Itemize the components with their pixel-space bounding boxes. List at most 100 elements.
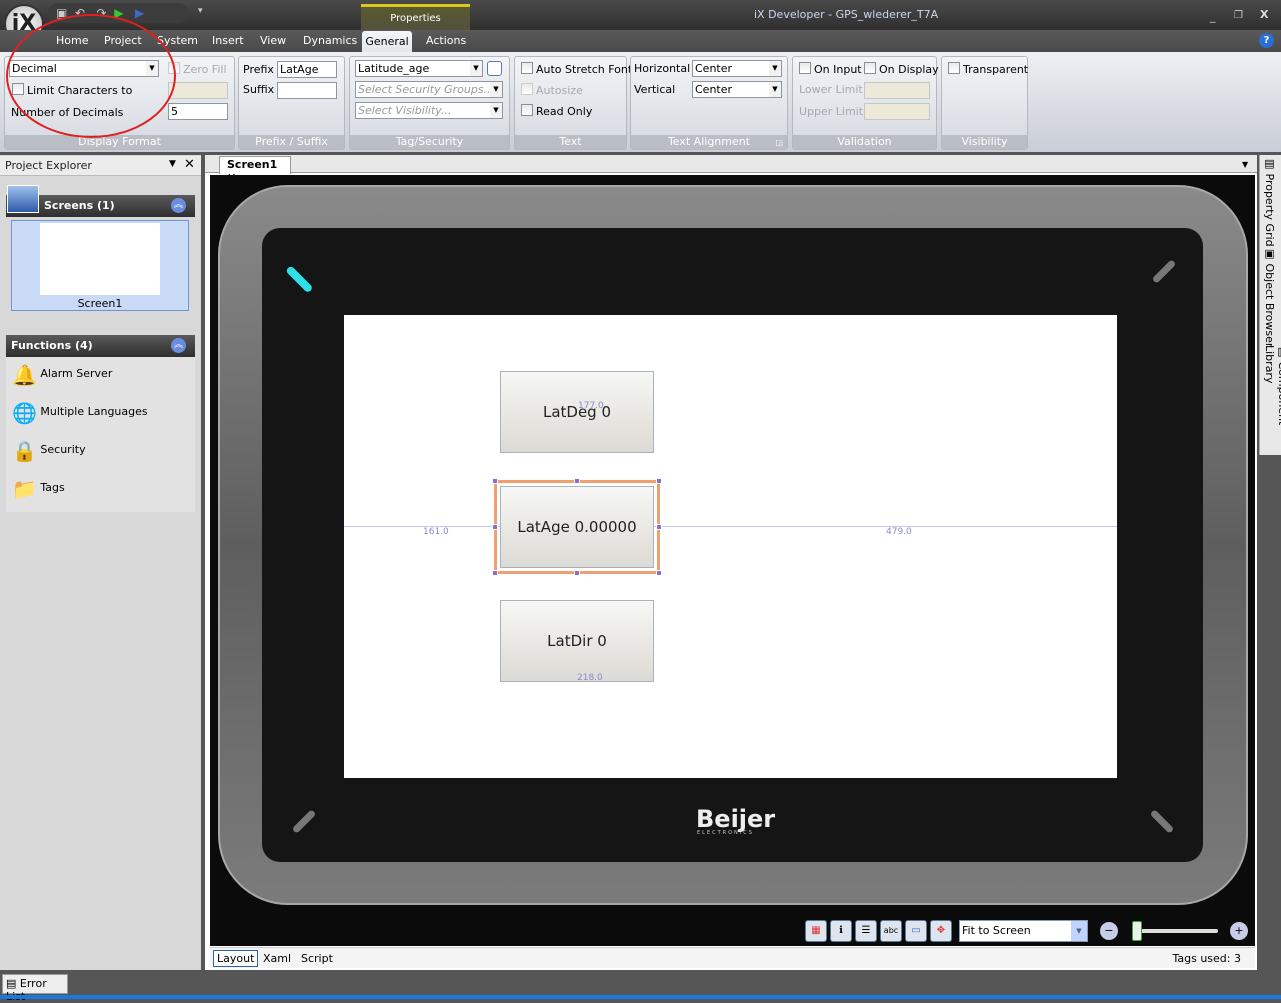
tab-xaml[interactable]: Xaml [263,952,291,965]
security-select[interactable]: Select Security Groups... ▼ [355,81,503,98]
tab-dynamics[interactable]: Dynamics [303,34,357,47]
auto-stretch-checkbox[interactable] [521,62,533,74]
transparent-checkbox[interactable] [948,62,960,74]
guide-bottom-distance: 218.0 [577,673,603,683]
function-security[interactable]: 🔒 Security [12,439,86,463]
resize-handle[interactable] [656,570,662,576]
window-title: iX Developer - GPS_wlederer_T7A [754,8,939,21]
group-text: Auto Stretch Font Autosize Read Only Tex… [514,56,632,150]
collapse-icon[interactable]: ︽ [171,338,186,353]
group-caption: Visibility [942,135,1027,149]
comment-button[interactable]: ☰ [855,920,877,942]
autosize-checkbox[interactable] [521,83,533,95]
read-only-checkbox[interactable] [521,104,533,116]
function-tags[interactable]: 📁 Tags [12,477,65,501]
group-text-alignment: Horizontal Center ▼ Vertical Center ▼ Text… [630,56,788,150]
functions-section-header[interactable]: Functions (4) [6,335,195,357]
project-explorer-header: Project Explorer ▼ ✕ [0,156,201,176]
lower-limit-input[interactable] [864,82,930,99]
collapse-icon[interactable]: ︽ [171,198,186,213]
tab-actions[interactable]: Actions [426,34,466,47]
prefix-input[interactable]: LatAge [277,61,337,78]
error-list-icon: ▤ [6,977,17,990]
folder-icon: 📁 [12,477,37,501]
analog-numeric-latage[interactable]: LatAge 0.00000 [500,486,654,568]
analog-numeric-latdeg[interactable]: LatDeg 0 [500,371,654,453]
tab-screen1[interactable]: Screen1 ✕ [219,156,291,184]
analog-numeric-latdir[interactable]: LatDir 0 [500,600,654,682]
tab-script[interactable]: Script [301,952,333,965]
resize-handle[interactable] [492,478,498,484]
info-tooltip-button[interactable]: ℹ [830,920,852,942]
function-alarm-server[interactable]: 🔔 Alarm Server [12,363,112,387]
zoom-select[interactable]: Fit to Screen ▼ [959,920,1088,942]
tab-property-grid[interactable]: ▤ Property Grid [1263,157,1276,247]
suffix-input[interactable] [277,82,337,99]
read-only-label: Read Only [536,105,593,118]
zoom-in-icon[interactable]: + [1230,922,1248,940]
group-caption: Text Alignment [631,135,787,149]
tab-view[interactable]: View [260,34,286,47]
on-display-checkbox[interactable] [864,62,876,74]
resize-handle[interactable] [574,478,580,484]
decimals-input[interactable]: 5 [168,103,228,120]
restore-button[interactable]: ❐ [1234,10,1243,21]
visibility-select[interactable]: Select Visibility... ▼ [355,102,503,119]
lock-icon: 🔒 [12,439,37,463]
help-icon[interactable]: ? [1259,33,1274,48]
tab-insert[interactable]: Insert [212,34,244,47]
error-list-tab[interactable]: ▤ Error List [2,974,68,1003]
text-abc-button[interactable]: abc [880,920,902,942]
zero-fill-label: Zero Fill [183,63,227,76]
zoom-slider[interactable] [1132,929,1218,933]
project-explorer-title: Project Explorer [5,159,92,172]
function-multiple-languages[interactable]: 🌐 Multiple Languages [12,401,148,425]
close-button[interactable]: X [1260,8,1268,21]
title-bar [0,0,1281,30]
fit-bounds-button[interactable]: ✥ [930,920,952,942]
vertical-select[interactable]: Center ▼ [692,81,782,98]
customize-qat-icon[interactable]: ▾ [198,6,203,16]
upper-limit-input[interactable] [864,103,930,120]
horizontal-select[interactable]: Center ▼ [692,60,782,77]
screen-preview [40,223,160,295]
resize-handle[interactable] [574,570,580,576]
tag-browse-button[interactable] [487,61,502,76]
upper-limit-label: Upper Limit [799,105,864,118]
tab-layout[interactable]: Layout [213,950,259,967]
screen-name: Screen1 [77,297,123,310]
brand-sub: ELECTRONICS [697,830,754,836]
guide-top-distance: 177.0 [578,401,604,411]
prefix-label: Prefix [243,63,274,76]
tab-general[interactable]: General [362,31,412,53]
dialog-launcher-icon[interactable]: ◲ [775,138,783,147]
tab-component-library[interactable]: ▥ Component Library [1263,345,1281,455]
tag-select[interactable]: Latitude_age ▼ [355,60,483,77]
resize-handle[interactable] [492,524,498,530]
zoom-out-icon[interactable]: − [1100,922,1118,940]
on-input-checkbox[interactable] [799,62,811,74]
hmi-screen [344,315,1117,778]
simulate-icon[interactable]: ▶ [135,6,144,20]
panel-menu-icon[interactable]: ▼ [169,159,176,169]
zoom-slider-thumb[interactable] [1132,921,1142,941]
panel-close-icon[interactable]: ✕ [184,157,195,172]
bell-icon: 🔔 [12,363,37,387]
tab-object-browser[interactable]: ▣ Object Browser [1263,247,1276,347]
minimize-button[interactable]: _ [1210,10,1216,23]
group-prefix-suffix: Prefix LatAge Suffix Prefix / Suffix [238,56,345,150]
screen-view-button[interactable]: ▭ [905,920,927,942]
resize-handle[interactable] [492,570,498,576]
resize-handle[interactable] [656,524,662,530]
resize-handle[interactable] [656,478,662,484]
screen-thumbnail-screen1[interactable]: Screen1 [11,220,189,311]
tab-list-icon[interactable]: ▼ [1242,160,1248,169]
suffix-label: Suffix [243,83,275,96]
guide-left-distance: 161.0 [423,527,449,537]
tags-used-count: Tags used: 3 [1172,952,1241,965]
align-tool-button[interactable]: ▦ [805,920,827,942]
group-visibility: Transparent Visibility [941,56,1028,150]
vertical-label: Vertical [634,83,676,96]
limit-chars-input[interactable] [168,82,228,99]
document-tabs [205,155,1257,173]
